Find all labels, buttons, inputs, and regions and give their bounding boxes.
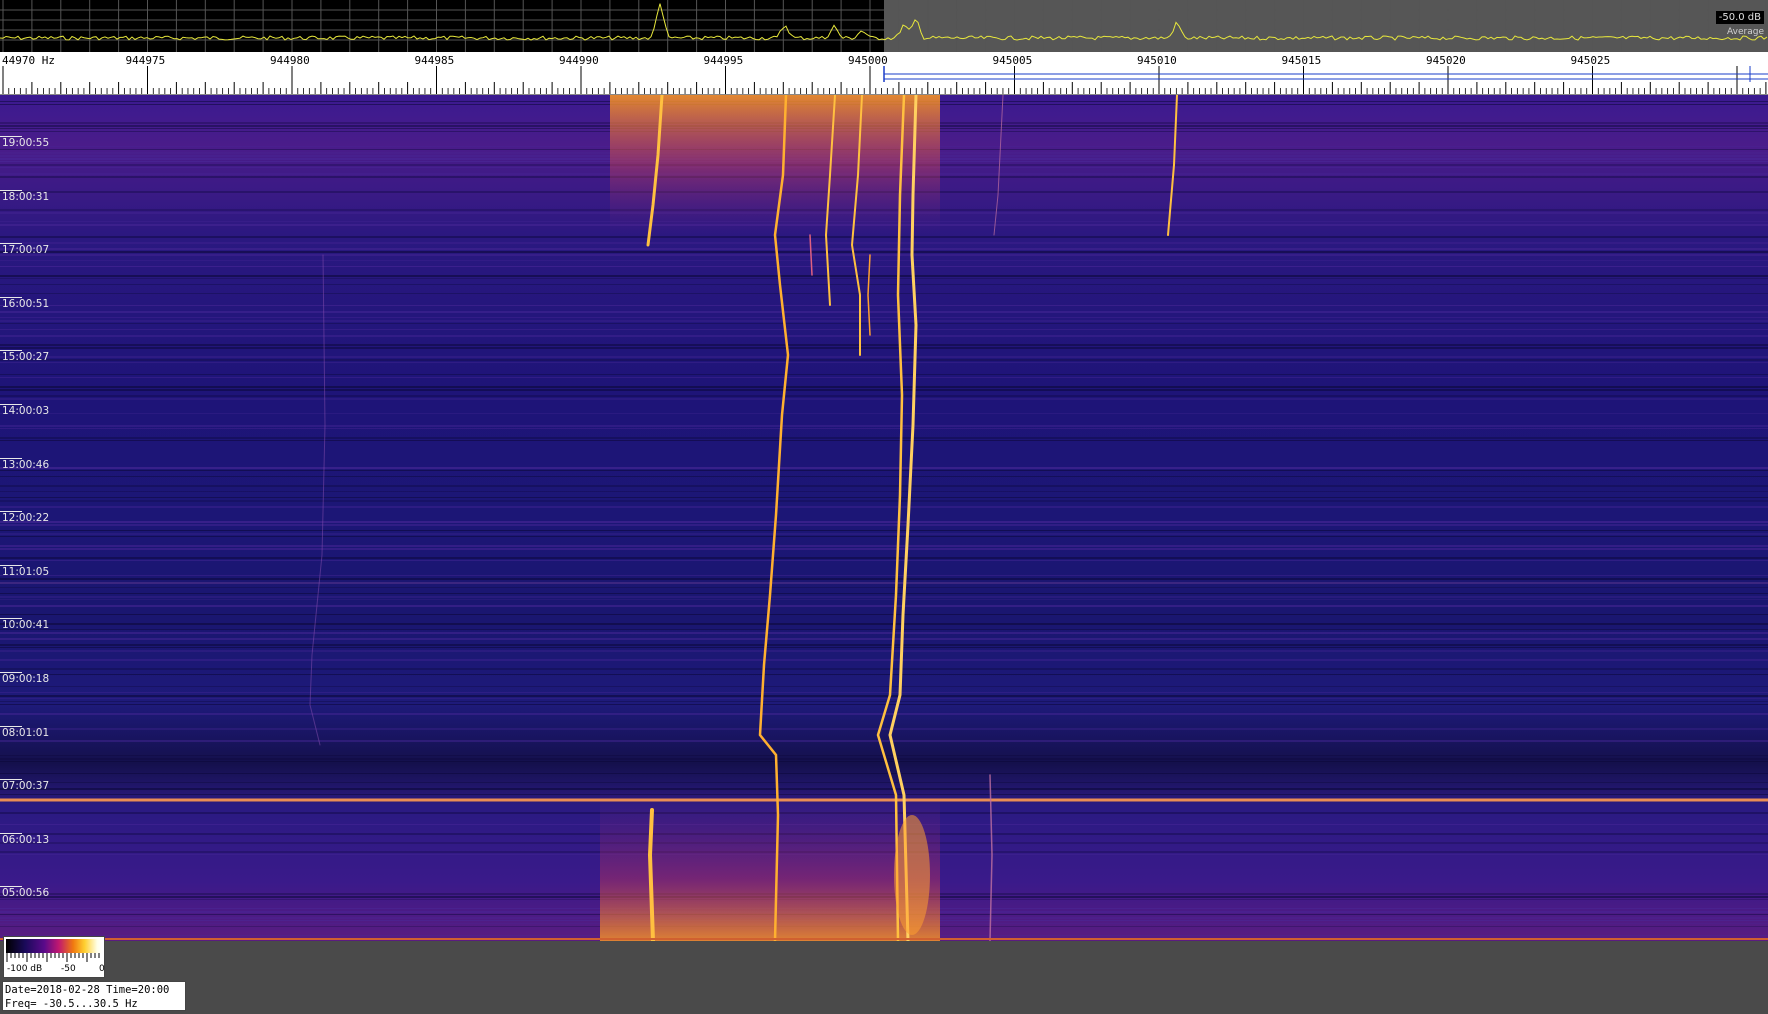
colorbar-gradient bbox=[6, 939, 102, 953]
time-label: 08:01:01 bbox=[2, 726, 50, 739]
time-label: 05:00:56 bbox=[2, 887, 50, 900]
spectrum-trace bbox=[0, 3, 1768, 41]
time-label: 14:00:03 bbox=[2, 405, 50, 417]
trace-a2 bbox=[647, 808, 655, 941]
freq-label: 944990 bbox=[559, 54, 599, 67]
freq-label: 945015 bbox=[1281, 54, 1322, 67]
colorbar-legend: -100 dB -50 0 bbox=[3, 936, 105, 978]
freq-label: 944985 bbox=[414, 54, 455, 67]
time-label: 19:00:55 bbox=[2, 137, 50, 149]
waterfall-image bbox=[0, 95, 1768, 941]
freq-range-text: Freq= -30.5...30.5 Hz bbox=[5, 998, 138, 1010]
average-label: Average bbox=[1727, 27, 1764, 37]
time-label: 16:00:51 bbox=[2, 297, 50, 310]
db-readout: -50.0 dB bbox=[1715, 11, 1764, 24]
colorbar-ticks bbox=[6, 953, 100, 962]
time-label: 09:00:18 bbox=[2, 673, 50, 685]
time-label: 18:00:31 bbox=[2, 190, 50, 203]
freq-label: 945005 bbox=[992, 54, 1033, 67]
freq-label: 944975 bbox=[125, 54, 166, 67]
time-label: 15:00:27 bbox=[2, 351, 50, 364]
freq-label: 945010 bbox=[1137, 54, 1177, 67]
frequency-ruler[interactable]: 44970 Hz 944975 944980 944985 944990 944995 94… bbox=[0, 52, 1768, 95]
spectrum-plot: -50.0 dB Average bbox=[0, 0, 1768, 52]
spectrum-grid bbox=[0, 0, 1768, 52]
signal-blob bbox=[894, 815, 930, 935]
colorbar-max-label: 0 bbox=[99, 964, 105, 974]
time-label: 10:00:41 bbox=[2, 619, 50, 632]
colorbar-mid-label: -50 bbox=[61, 964, 76, 974]
time-label: 12:00:22 bbox=[2, 512, 50, 525]
time-label: 06:00:13 bbox=[2, 833, 50, 846]
center-marker[interactable] bbox=[883, 66, 1768, 82]
time-label: 11:01:05 bbox=[2, 565, 50, 578]
freq-label: 945025 bbox=[1570, 54, 1611, 67]
time-label: 13:00:46 bbox=[2, 458, 50, 471]
time-label: 17:00:07 bbox=[2, 244, 50, 257]
time-label: 07:00:37 bbox=[2, 780, 50, 793]
freq-label: 944980 bbox=[270, 54, 310, 67]
waterfall-display[interactable]: 19:00:55 18:00:31 17:00:07 16:00:51 15:00:27… bbox=[0, 95, 1768, 941]
date-time-text: Date=2018-02-28 Time=20:00 bbox=[5, 984, 170, 996]
freq-label: 944995 bbox=[703, 54, 744, 67]
info-box: Date=2018-02-28 Time=20:00 Freq= -30.5..… bbox=[2, 981, 186, 1011]
freq-label: 945000 bbox=[848, 54, 888, 67]
freq-label: 945020 bbox=[1426, 54, 1466, 67]
freq-label: 44970 Hz bbox=[2, 54, 55, 67]
colorbar-min-label: -100 dB bbox=[7, 964, 43, 974]
